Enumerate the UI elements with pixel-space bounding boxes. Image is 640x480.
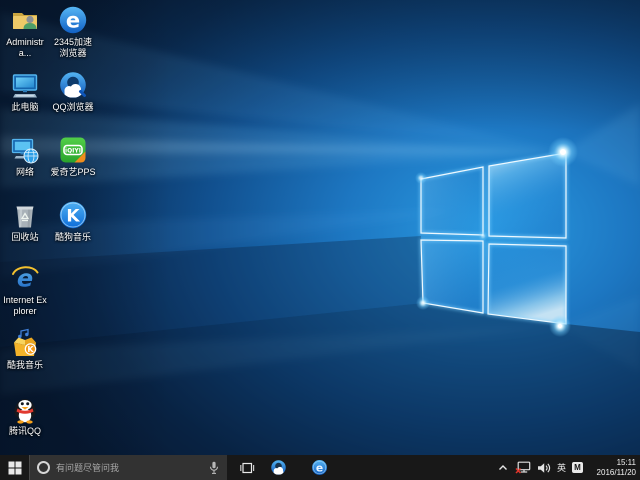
language-indicator[interactable]: 英 (557, 461, 566, 474)
desktop-icon-label: QQ浏览器 (50, 102, 96, 113)
kugou-music-icon: K (58, 200, 88, 230)
svg-text:e: e (315, 461, 322, 474)
desktop-icon-label: 网络 (2, 167, 48, 178)
internet-explorer-icon: e (10, 263, 40, 293)
clock[interactable]: 15:11 2016/11/20 (589, 458, 636, 477)
desktop-icon-label: 爱奇艺PPS (50, 167, 96, 178)
ime-indicator[interactable]: M (572, 462, 583, 473)
taskbar-2345-browser-button[interactable]: e (304, 455, 334, 480)
microphone-icon[interactable] (209, 461, 219, 475)
desktop-icon-administrator[interactable]: Administra... (2, 5, 48, 59)
network-globe-icon (10, 135, 40, 165)
desktop-icon-network[interactable]: 网络 (2, 135, 48, 178)
taskbar: 有问题尽管问我 (0, 455, 640, 480)
start-button[interactable] (0, 455, 29, 480)
windows-hero-wallpaper (0, 0, 640, 455)
desktop-icon-qq-browser[interactable]: QQ浏览器 (50, 70, 96, 113)
computer-icon (10, 70, 40, 100)
svg-text:iQIYI: iQIYI (65, 148, 81, 155)
desktop-icon-label: 2345加速浏览器 (50, 37, 96, 59)
desktop-icon-2345-browser[interactable]: e 2345加速浏览器 (50, 5, 96, 59)
desktop-icon-label: Administra... (2, 37, 48, 59)
taskbar-search-box[interactable]: 有问题尽管问我 (29, 455, 227, 480)
screen: Administra... 此电脑 (0, 0, 640, 480)
desktop-icon-label: 酷狗音乐 (50, 232, 96, 243)
qq-browser-icon (270, 459, 287, 476)
desktop-icon-internet-explorer[interactable]: e Internet Explorer (2, 263, 48, 317)
svg-text:e: e (66, 9, 80, 33)
svg-text:K: K (27, 345, 34, 354)
task-view-icon (239, 461, 255, 475)
desktop-icon-label: 酷我音乐 (2, 360, 48, 371)
2345-browser-icon: e (311, 459, 328, 476)
windows-logo-icon (8, 461, 22, 475)
qq-penguin-icon (10, 394, 40, 424)
desktop-icon-label: Internet Explorer (2, 295, 48, 317)
desktop-icon-this-pc[interactable]: 此电脑 (2, 70, 48, 113)
desktop-background[interactable]: Administra... 此电脑 (0, 0, 640, 455)
2345-browser-icon: e (58, 5, 88, 35)
kuwo-music-icon: K (10, 328, 40, 358)
clock-date: 2016/11/20 (589, 468, 636, 478)
desktop-icon-kuwo-music[interactable]: K 酷我音乐 (2, 328, 48, 371)
iqiyi-icon: iQIYI (58, 135, 88, 165)
clock-time: 15:11 (589, 458, 636, 468)
taskbar-qq-browser-button[interactable] (263, 455, 293, 480)
svg-text:K: K (66, 207, 80, 227)
desktop-icon-recycle-bin[interactable]: 回收站 (2, 200, 48, 243)
system-tray: 英 M 15:11 2016/11/20 (497, 455, 640, 480)
network-status-icon[interactable] (515, 461, 531, 474)
cortana-icon (37, 461, 50, 474)
desktop-icon-kugou-music[interactable]: K 酷狗音乐 (50, 200, 96, 243)
tray-expand-chevron-icon[interactable] (497, 463, 509, 473)
desktop-icon-label: 回收站 (2, 232, 48, 243)
desktop-icon-tencent-qq[interactable]: 腾讯QQ (2, 394, 48, 437)
desktop-icon-label: 腾讯QQ (2, 426, 48, 437)
search-placeholder: 有问题尽管问我 (56, 461, 209, 474)
recycle-bin-icon (10, 200, 40, 230)
qq-browser-icon (58, 70, 88, 100)
user-folder-icon (10, 5, 40, 35)
desktop-icon-iqiyi-pps[interactable]: iQIYI 爱奇艺PPS (50, 135, 96, 178)
desktop-icon-label: 此电脑 (2, 102, 48, 113)
task-view-button[interactable] (232, 455, 262, 480)
volume-icon[interactable] (537, 462, 551, 474)
